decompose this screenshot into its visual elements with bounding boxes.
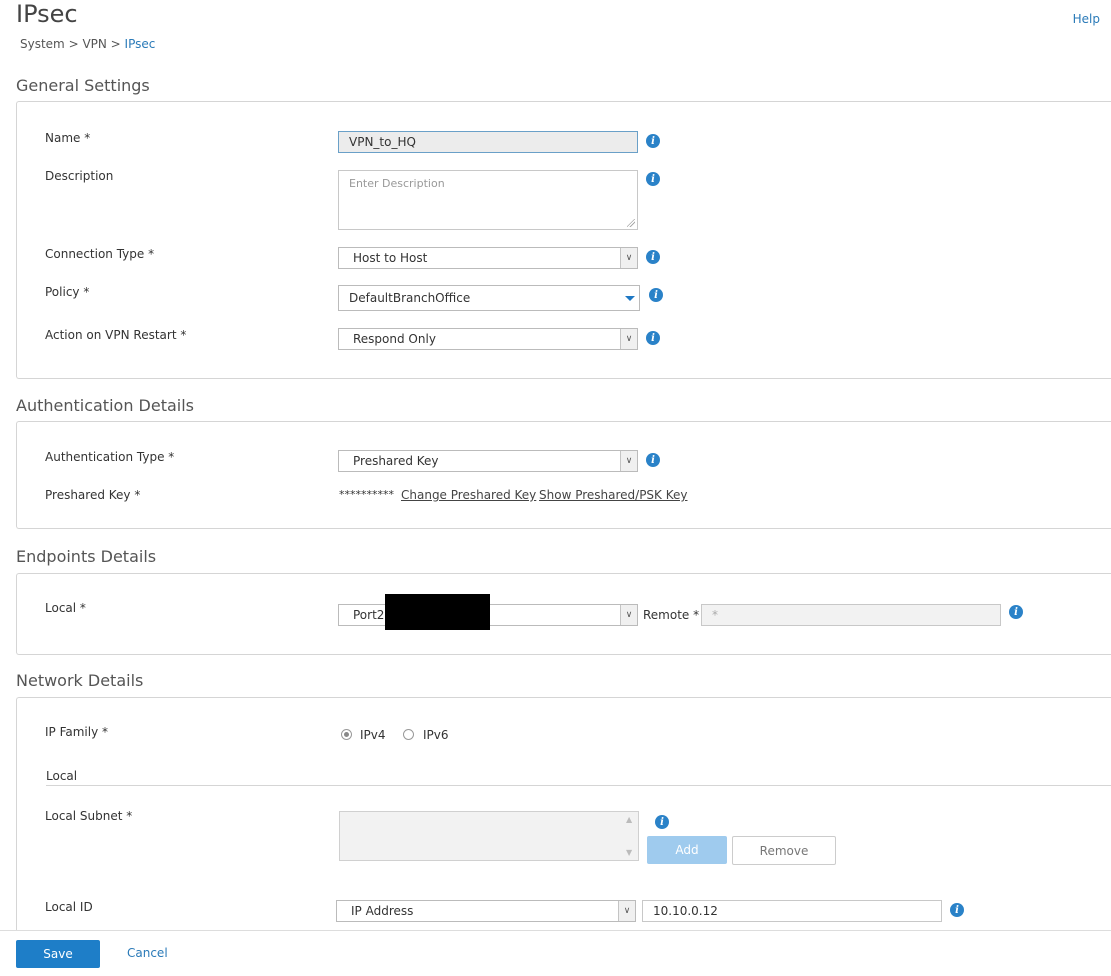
section-title-authentication: Authentication Details [16, 396, 195, 415]
auth-type-select[interactable]: Preshared Key ∨ [338, 450, 638, 472]
preshared-key-label: Preshared Key * [45, 488, 141, 502]
remote-endpoint-input[interactable]: * [701, 604, 1001, 626]
info-icon[interactable]: i [646, 331, 660, 345]
connection-type-select[interactable]: Host to Host ∨ [338, 247, 638, 269]
action-on-restart-select[interactable]: Respond Only ∨ [338, 328, 638, 350]
breadcrumb-separator: > [106, 37, 125, 51]
breadcrumb-separator: > [64, 37, 83, 51]
action-on-restart-label: Action on VPN Restart * [45, 328, 187, 342]
info-icon[interactable]: i [649, 288, 663, 302]
local-id-label: Local ID [45, 900, 93, 914]
info-icon[interactable]: i [646, 172, 660, 186]
remote-endpoint-placeholder: * [712, 608, 718, 622]
ip-family-label: IP Family * [45, 725, 109, 739]
section-title-network: Network Details [16, 671, 144, 690]
connection-type-label: Connection Type * [45, 247, 155, 261]
save-button[interactable]: Save [16, 940, 100, 968]
chevron-down-icon[interactable]: ∨ [620, 248, 637, 268]
chevron-down-icon[interactable]: ∨ [620, 451, 637, 471]
description-placeholder: Enter Description [349, 177, 445, 190]
ipv6-label[interactable]: IPv6 [423, 728, 449, 742]
scrollbar[interactable]: ▲ ▼ [622, 812, 638, 860]
section-title-endpoints: Endpoints Details [16, 547, 157, 566]
change-preshared-key-link[interactable]: Change Preshared Key [401, 488, 536, 502]
preshared-key-masked: ********** [339, 488, 394, 501]
auth-type-label: Authentication Type * [45, 450, 175, 464]
local-subnet-label: Local Subnet * [45, 809, 133, 823]
authentication-panel [16, 421, 1111, 529]
local-heading: Local [46, 769, 78, 783]
chevron-down-icon[interactable]: ∨ [618, 901, 635, 921]
local-id-type-select[interactable]: IP Address ∨ [336, 900, 636, 922]
show-preshared-key-link[interactable]: Show Preshared/PSK Key [539, 488, 688, 502]
info-icon[interactable]: i [646, 134, 660, 148]
scroll-up-icon[interactable]: ▲ [626, 815, 632, 824]
breadcrumb-system[interactable]: System [20, 37, 65, 51]
page-title: IPsec [16, 0, 78, 28]
scroll-down-icon[interactable]: ▼ [626, 848, 632, 857]
remove-subnet-button[interactable]: Remove [732, 836, 836, 865]
chevron-down-icon[interactable]: ∨ [620, 605, 637, 625]
add-subnet-button[interactable]: Add [647, 836, 727, 864]
ipv4-label[interactable]: IPv4 [360, 728, 386, 742]
breadcrumb: System > VPN > IPsec [20, 37, 155, 51]
footer-bar: Save Cancel [0, 930, 1111, 976]
policy-label: Policy * [45, 285, 90, 299]
local-endpoint-value: Port2 [353, 608, 385, 622]
info-icon[interactable]: i [1009, 605, 1023, 619]
breadcrumb-current[interactable]: IPsec [125, 37, 156, 51]
info-icon[interactable]: i [950, 903, 964, 917]
chevron-down-icon[interactable]: ∨ [620, 329, 637, 349]
redaction-block [385, 594, 490, 630]
remote-endpoint-label: Remote * [643, 608, 700, 622]
caret-down-icon[interactable] [625, 296, 635, 301]
local-divider [46, 785, 1111, 786]
local-id-input[interactable]: 10.10.0.12 [642, 900, 942, 922]
name-label: Name * [45, 131, 91, 145]
breadcrumb-vpn[interactable]: VPN [82, 37, 106, 51]
local-endpoint-label: Local * [45, 601, 86, 615]
name-input[interactable]: VPN_to_HQ [338, 131, 638, 153]
section-title-general: General Settings [16, 76, 150, 95]
resize-grip-icon[interactable] [627, 219, 635, 227]
ipv6-radio[interactable] [403, 729, 414, 740]
description-label: Description [45, 169, 114, 183]
policy-value: DefaultBranchOffice [349, 291, 471, 305]
description-textarea[interactable]: Enter Description [338, 170, 638, 230]
policy-select[interactable]: DefaultBranchOffice [338, 285, 640, 311]
connection-type-value: Host to Host [353, 251, 428, 265]
info-icon[interactable]: i [646, 250, 660, 264]
help-link[interactable]: Help [1073, 12, 1100, 26]
info-icon[interactable]: i [655, 815, 669, 829]
local-subnet-listbox[interactable]: ▲ ▼ [339, 811, 639, 861]
local-id-type-value: IP Address [351, 904, 414, 918]
info-icon[interactable]: i [646, 453, 660, 467]
local-id-value: 10.10.0.12 [653, 904, 718, 918]
cancel-button[interactable]: Cancel [127, 946, 168, 960]
action-on-restart-value: Respond Only [353, 332, 436, 346]
auth-type-value: Preshared Key [353, 454, 439, 468]
name-input-value: VPN_to_HQ [349, 135, 416, 149]
ipv4-radio[interactable] [341, 729, 352, 740]
